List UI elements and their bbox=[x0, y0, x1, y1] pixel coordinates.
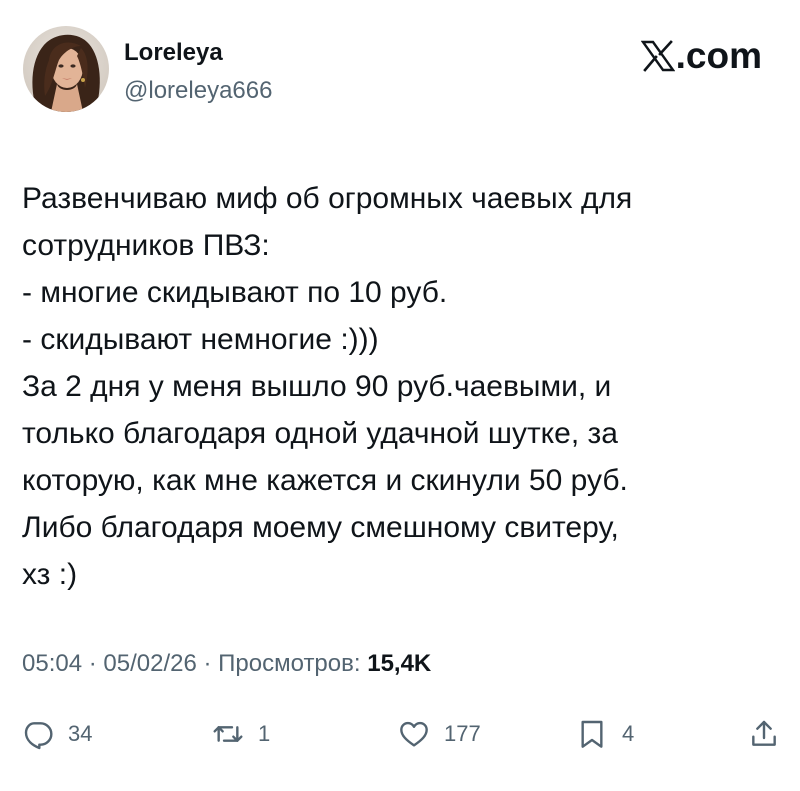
avatar-image bbox=[23, 26, 109, 112]
tweet-line: Либо благодаря моему смешному свитеру, bbox=[22, 511, 619, 544]
like-button[interactable]: 177 bbox=[398, 714, 481, 754]
share-button[interactable] bbox=[748, 714, 780, 754]
tweet-line: Развенчиваю миф об огромных чаевых для bbox=[22, 182, 633, 215]
author-display-name[interactable]: Loreleya bbox=[124, 38, 223, 68]
tweet-text: Развенчиваю миф об огромных чаевых для с… bbox=[22, 175, 782, 598]
tweet-date[interactable]: 05/02/26 bbox=[103, 650, 196, 677]
reply-icon bbox=[24, 722, 53, 750]
meta-separator: · bbox=[88, 650, 104, 677]
x-logo-icon bbox=[640, 40, 675, 72]
tweet-line: хз :) bbox=[22, 558, 78, 591]
tweet-line: - многие скидывают по 10 руб. bbox=[22, 276, 448, 309]
meta-separator: · bbox=[203, 650, 219, 677]
views-label: Просмотров: bbox=[218, 650, 361, 677]
tweet-line: За 2 дня у меня вышло 90 руб.чаевыми, и bbox=[22, 370, 612, 403]
tweet-line: сотрудников ПВЗ: bbox=[22, 229, 270, 262]
repost-button[interactable]: 1 bbox=[212, 714, 270, 754]
like-count: 177 bbox=[444, 721, 481, 746]
bookmark-count: 4 bbox=[622, 721, 635, 746]
brand-watermark: .com bbox=[640, 35, 762, 76]
brand-domain-suffix: .com bbox=[675, 35, 762, 76]
bookmark-button[interactable]: 4 bbox=[576, 714, 634, 754]
share-icon bbox=[752, 720, 776, 746]
tweet-meta: 05:04 · 05/02/26 · Просмотров: 15,4K bbox=[22, 648, 431, 680]
bookmark-icon bbox=[581, 720, 603, 748]
author-handle[interactable]: @loreleya666 bbox=[124, 76, 272, 106]
tweet-line: - скидывают немногие :))) bbox=[22, 323, 379, 356]
reply-count: 34 bbox=[68, 721, 93, 746]
heart-icon bbox=[400, 721, 428, 747]
avatar[interactable] bbox=[23, 26, 109, 112]
repost-count: 1 bbox=[258, 721, 271, 746]
tweet-time[interactable]: 05:04 bbox=[22, 650, 82, 677]
tweet-line: только благодаря одной удачной шутке, за bbox=[22, 417, 618, 450]
tweet-line: которую, как мне кажется и скинули 50 ру… bbox=[22, 464, 628, 497]
repost-icon bbox=[213, 726, 243, 742]
views-count: 15,4K bbox=[367, 650, 432, 677]
reply-button[interactable]: 34 bbox=[22, 714, 92, 754]
